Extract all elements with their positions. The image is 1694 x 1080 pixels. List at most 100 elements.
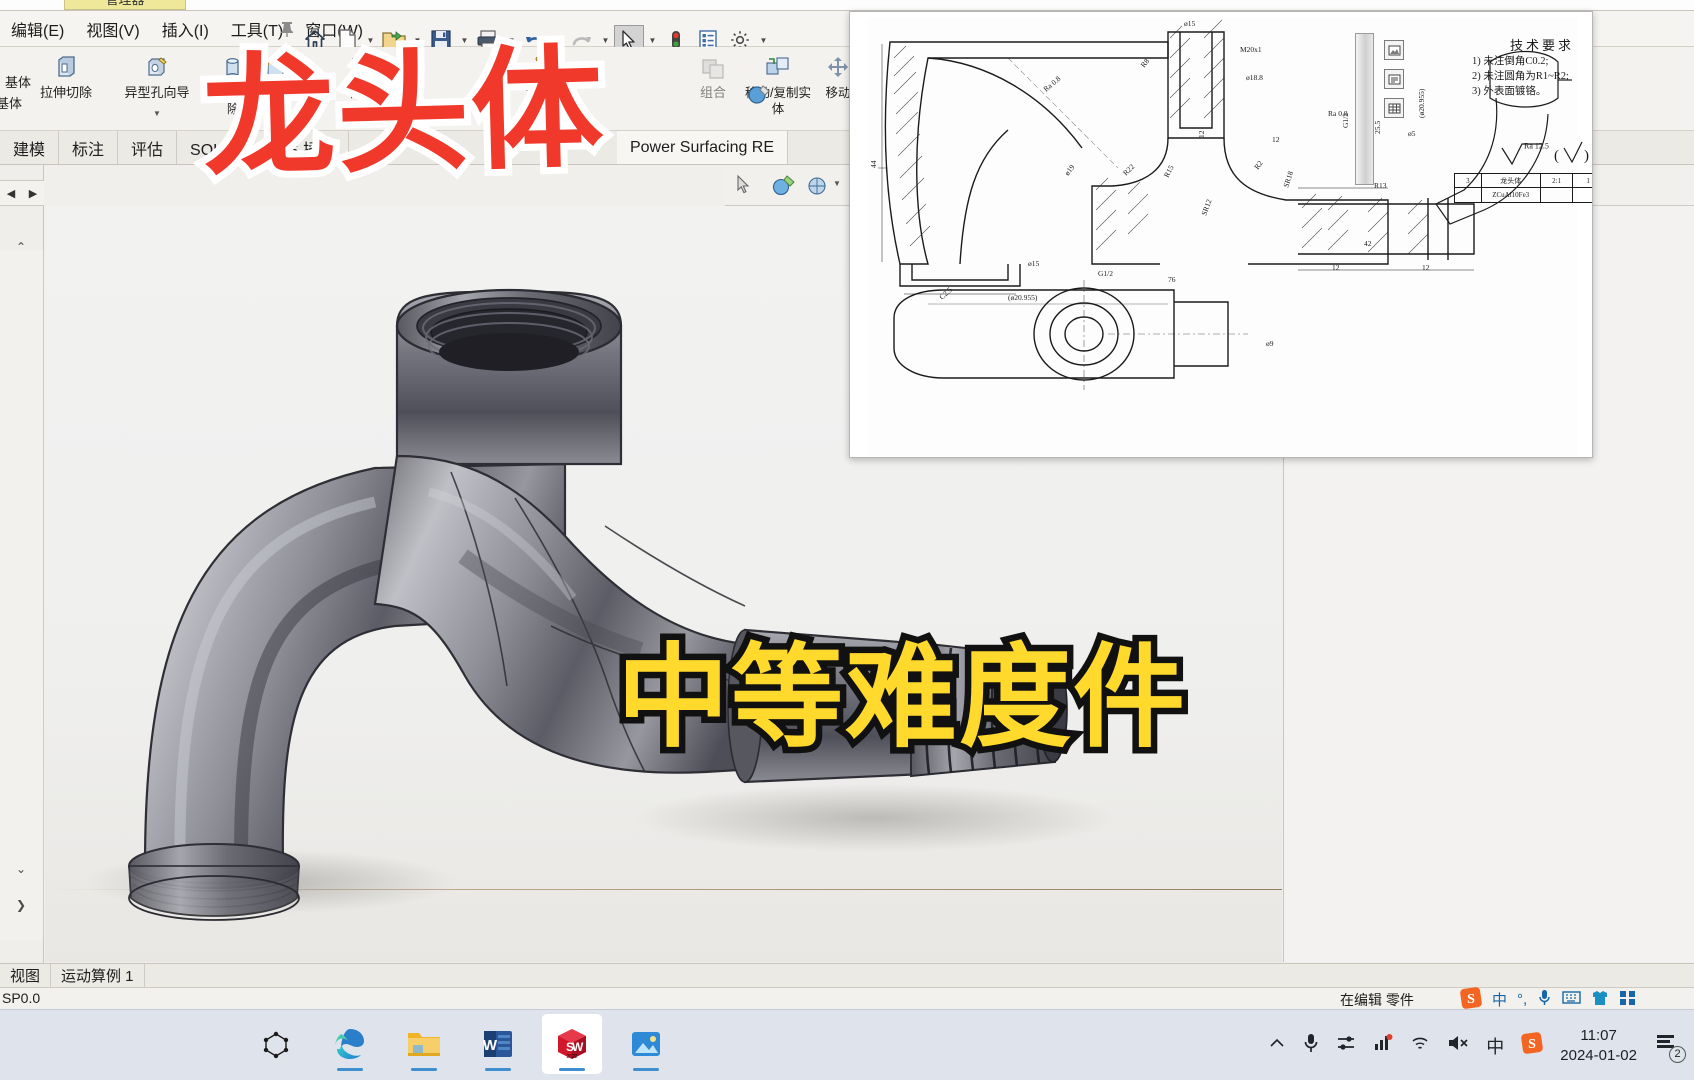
- pin-icon[interactable]: [277, 19, 297, 39]
- solidworks-window: 管理器 编辑(E) 视图(V) 插入(I) 工具(T) 窗口(W): [0, 0, 1694, 1009]
- feature-manager-tab[interactable]: 管理器: [64, 0, 186, 10]
- title-block-数量: 1: [1573, 174, 1592, 188]
- taskbar-running-indicator: [633, 1068, 659, 1071]
- svg-text:W: W: [572, 1040, 584, 1054]
- ribbon-button-extruded-cut[interactable]: 拉伸切除: [30, 47, 102, 131]
- menu-item-insert[interactable]: 插入(I): [151, 17, 220, 41]
- svg-text:SR12: SR12: [1199, 198, 1213, 217]
- ribbon-button-combine[interactable]: 组合: [686, 47, 740, 131]
- technical-requirements: 技术要求 1) 未注倒角C0.2; 2) 未注圆角为R1~R2; 3) 外表面镀…: [1472, 35, 1592, 99]
- svg-text:ø18.8: ø18.8: [1246, 73, 1263, 82]
- svg-text:2022: 2022: [566, 1054, 577, 1060]
- panel-collapse-down-icon[interactable]: ⌄: [12, 862, 30, 880]
- svg-text:W: W: [483, 1037, 498, 1054]
- microphone-icon[interactable]: [1537, 989, 1552, 1009]
- svg-text:G1/2: G1/2: [1341, 113, 1350, 128]
- tech-requirements-line: 1) 未注倒角C0.2;: [1472, 56, 1549, 67]
- ribbon-button-appearance[interactable]: [745, 81, 773, 114]
- panel-expand-icon[interactable]: ❯: [12, 898, 30, 916]
- svg-text:S: S: [1528, 1037, 1536, 1052]
- tab-power-surfacing-re[interactable]: Power Surfacing RE: [616, 131, 789, 164]
- tab-evaluate[interactable]: 评估: [118, 131, 178, 164]
- engineering-drawing-overlay[interactable]: 44 ø19 R22 Ra 0.8 R8 C2.5 ø15 (ø20.955) …: [849, 11, 1593, 458]
- taskbar-item-photos[interactable]: [616, 1014, 676, 1074]
- svg-text:M20x1: M20x1: [1240, 45, 1262, 54]
- sogou-ime-icon[interactable]: S: [1460, 986, 1482, 1012]
- menu-item-edit[interactable]: 编辑(E): [0, 17, 75, 41]
- shirt-icon[interactable]: [1591, 990, 1609, 1009]
- taskbar-system-tray: 中 S 11:07 2024-01-02 2: [1268, 1010, 1686, 1080]
- model-motion-tabs: 视图 运动算例 1: [0, 963, 1694, 988]
- appearance-paint-icon[interactable]: [771, 173, 797, 202]
- window-title-strip: [0, 0, 1694, 11]
- notification-center-button[interactable]: 2: [1654, 1031, 1686, 1063]
- tab-modeling[interactable]: 建模: [0, 131, 60, 164]
- scene-dropdown-caret[interactable]: ▼: [833, 179, 841, 188]
- sogou-icon[interactable]: S: [1521, 1032, 1544, 1059]
- insert-picture-icon[interactable]: [1384, 40, 1404, 60]
- ime-punctuation-icon[interactable]: °,: [1517, 991, 1527, 1008]
- keyboard-icon[interactable]: [1562, 990, 1581, 1008]
- taskbar-item-file-explorer[interactable]: [394, 1014, 454, 1074]
- svg-text:R2: R2: [1252, 159, 1265, 172]
- svg-text:C2.5: C2.5: [937, 285, 954, 301]
- svg-text:ø9: ø9: [1266, 339, 1274, 348]
- apps-icon[interactable]: [1619, 990, 1636, 1009]
- chevron-up-icon[interactable]: [1268, 1034, 1286, 1057]
- taskbar-clock[interactable]: 11:07 2024-01-02: [1560, 1026, 1637, 1066]
- feature-manager-tree[interactable]: [0, 250, 44, 940]
- taskbar-running-indicator: [559, 1068, 585, 1071]
- clock-time: 11:07: [1580, 1026, 1617, 1044]
- panel-collapse-up-icon[interactable]: ⌃: [12, 240, 30, 258]
- extruded-cut-icon: [51, 53, 81, 83]
- tab-motion-study[interactable]: 运动算例 1: [51, 963, 145, 988]
- volume-muted-icon[interactable]: [1447, 1034, 1469, 1057]
- nav-forward-icon[interactable]: ▶: [29, 187, 37, 200]
- taskbar-item-edge[interactable]: [320, 1014, 380, 1074]
- svg-text:G1/2: G1/2: [1098, 269, 1113, 278]
- notification-badge: 2: [1669, 1045, 1686, 1063]
- taskbar-app-list: W S W 2022: [246, 1014, 676, 1074]
- ribbon-button-label: 异型孔向导: [124, 85, 190, 100]
- wifi-icon[interactable]: [1410, 1034, 1430, 1057]
- svg-text:R15: R15: [1162, 163, 1176, 178]
- status-bar: SP0.0 在编辑 零件 S 中 °,: [0, 986, 1694, 1012]
- menu-item-view[interactable]: 视图(V): [75, 17, 150, 41]
- svg-text:12: 12: [1332, 263, 1340, 272]
- equalizer-icon[interactable]: [1336, 1034, 1356, 1057]
- title-block-比例: 2:1: [1540, 174, 1574, 188]
- drawing-scroll-handle[interactable]: [1355, 33, 1374, 185]
- title-block-row: ZCuAl10Fe3: [1455, 188, 1592, 202]
- ime-chinese-icon[interactable]: 中: [1492, 989, 1507, 1010]
- svg-text:(ø20.955): (ø20.955): [1417, 88, 1426, 118]
- microphone-icon[interactable]: [1303, 1033, 1319, 1058]
- ribbon-label-base-2: 基体: [0, 96, 23, 111]
- svg-text:44: 44: [869, 160, 878, 168]
- svg-text:Ra 0.8: Ra 0.8: [1042, 74, 1063, 94]
- feature-manager-nav: ◀ ▶: [0, 180, 44, 206]
- tab-annotation[interactable]: 标注: [59, 131, 119, 164]
- tab-view[interactable]: 视图: [0, 963, 52, 988]
- hole-wizard-icon: [142, 53, 172, 83]
- ribbon-button-label: 组合: [699, 85, 726, 100]
- svg-text:12: 12: [1272, 135, 1280, 144]
- drawing-insert-toolbar: [1384, 40, 1406, 127]
- status-version: SP0.0: [2, 990, 41, 1006]
- insert-note-icon[interactable]: [1384, 69, 1404, 89]
- tech-requirements-line: 2) 未注圆角为R1~R2;: [1472, 71, 1569, 82]
- taskbar-item-task-view[interactable]: [246, 1014, 306, 1074]
- taskbar-item-solidworks[interactable]: S W 2022: [542, 1014, 602, 1074]
- chevron-down-icon[interactable]: ▼: [153, 106, 161, 122]
- nav-back-icon[interactable]: ◀: [7, 187, 15, 200]
- scene-icon[interactable]: [805, 173, 831, 202]
- select-cursor-icon[interactable]: [733, 173, 757, 202]
- taskbar-running-indicator: [411, 1068, 437, 1071]
- title-block-blank: [1573, 188, 1592, 202]
- taskbar-running-indicator: [485, 1068, 511, 1071]
- tech-requirements-line: 3) 外表面镀铬。: [1472, 86, 1547, 97]
- insert-table-icon[interactable]: [1384, 98, 1404, 118]
- network-graph-icon[interactable]: [1373, 1034, 1393, 1057]
- taskbar-item-word[interactable]: W: [468, 1014, 528, 1074]
- ribbon-button-hole-wizard[interactable]: 异型孔向导 ▼: [102, 47, 212, 131]
- ime-cn-icon[interactable]: 中: [1486, 1033, 1504, 1059]
